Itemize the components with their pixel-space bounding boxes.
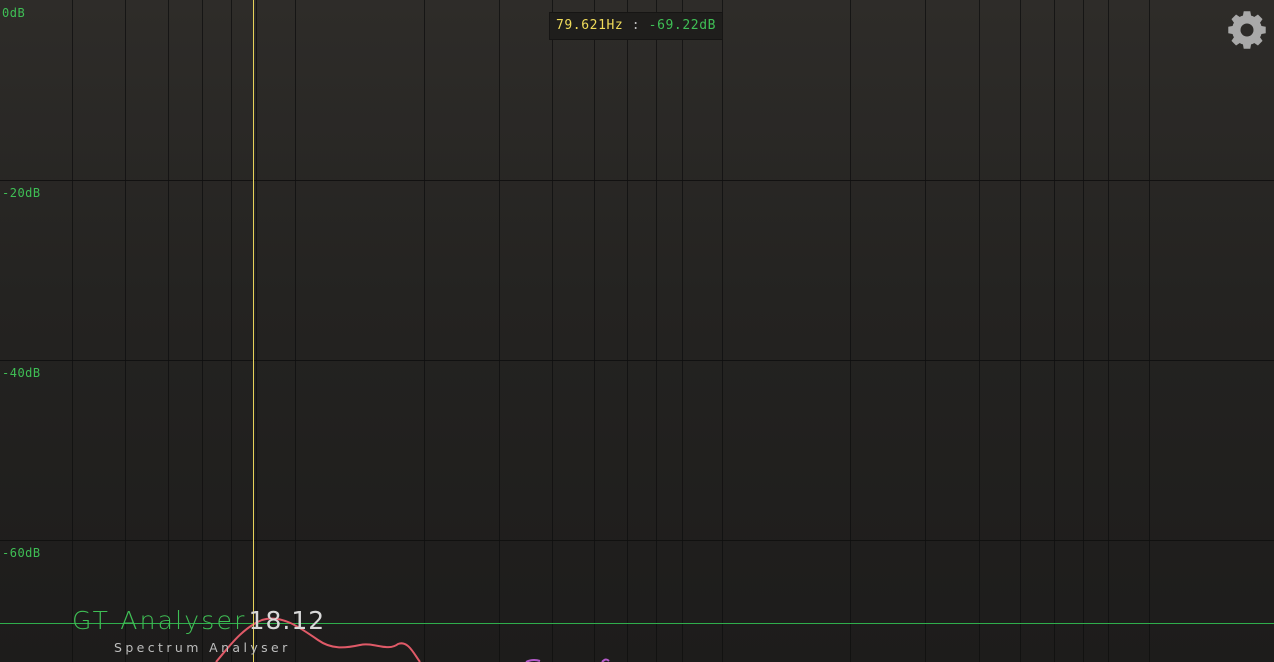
readout-separator: :	[623, 18, 649, 33]
brand-title: GT Analyser18.12	[72, 606, 325, 635]
readout-frequency: 79.621Hz	[555, 18, 624, 33]
db-label-minus-40: -40dB	[2, 366, 41, 380]
brand-version: 18.12	[248, 606, 326, 635]
brand-name: GT Analyser	[72, 606, 247, 635]
frequency-grid	[72, 0, 1150, 662]
readout-level: -69.22dB	[648, 18, 717, 33]
db-label-minus-20: -20dB	[2, 186, 41, 200]
cursor-readout: 79.621Hz : -69.22dB	[549, 12, 723, 40]
db-label-0: 0dB	[2, 6, 26, 20]
spectrum-analyser-view: 0dB -20dB -40dB -60dB 79.621Hz : -69.22d…	[0, 0, 1274, 662]
db-label-minus-60: -60dB	[2, 546, 41, 560]
spectrum-plot[interactable]	[0, 0, 1274, 662]
brand-subtitle: Spectrum Analyser	[114, 640, 291, 655]
settings-button[interactable]	[1226, 9, 1268, 51]
gear-icon	[1228, 11, 1266, 49]
level-grid	[0, 180, 1274, 541]
